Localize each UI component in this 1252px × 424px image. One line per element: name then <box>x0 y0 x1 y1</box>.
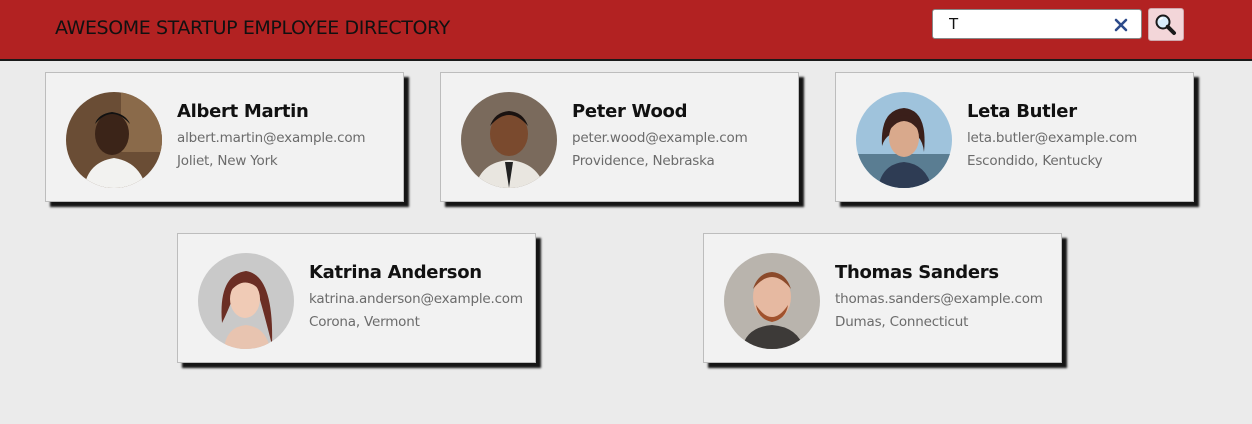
search-input[interactable] <box>933 10 1119 38</box>
magnifier-icon <box>1155 14 1176 35</box>
avatar <box>724 253 820 349</box>
employee-card[interactable]: Albert Martin albert.martin@example.com … <box>45 72 404 202</box>
app-header: AWESOME STARTUP EMPLOYEE DIRECTORY <box>0 0 1252 61</box>
employee-email: thomas.sanders@example.com <box>835 291 1043 307</box>
app-title: AWESOME STARTUP EMPLOYEE DIRECTORY <box>55 17 450 39</box>
employee-name: Leta Butler <box>967 101 1077 122</box>
employee-email: leta.butler@example.com <box>967 130 1138 146</box>
employee-email: peter.wood@example.com <box>572 130 748 146</box>
employee-name: Katrina Anderson <box>309 262 482 283</box>
search-field[interactable] <box>932 9 1142 39</box>
avatar <box>856 92 952 188</box>
employee-location: Providence, Nebraska <box>572 153 715 169</box>
employee-name: Thomas Sanders <box>835 262 999 283</box>
employee-card[interactable]: Katrina Anderson katrina.anderson@exampl… <box>177 233 536 363</box>
avatar <box>198 253 294 349</box>
employee-card[interactable]: Thomas Sanders thomas.sanders@example.co… <box>703 233 1062 363</box>
employee-location: Escondido, Kentucky <box>967 153 1103 169</box>
employee-location: Joliet, New York <box>177 153 278 169</box>
close-icon <box>1114 18 1128 32</box>
employee-email: katrina.anderson@example.com <box>309 291 523 307</box>
employee-name: Peter Wood <box>572 101 688 122</box>
employee-name: Albert Martin <box>177 101 309 122</box>
avatar <box>461 92 557 188</box>
employee-location: Dumas, Connecticut <box>835 314 969 330</box>
avatar <box>66 92 162 188</box>
employee-location: Corona, Vermont <box>309 314 420 330</box>
employee-card[interactable]: Leta Butler leta.butler@example.com Esco… <box>835 72 1194 202</box>
employee-card[interactable]: Peter Wood peter.wood@example.com Provid… <box>440 72 799 202</box>
employee-email: albert.martin@example.com <box>177 130 366 146</box>
clear-search-button[interactable] <box>1111 15 1131 35</box>
search-button[interactable] <box>1148 8 1184 41</box>
